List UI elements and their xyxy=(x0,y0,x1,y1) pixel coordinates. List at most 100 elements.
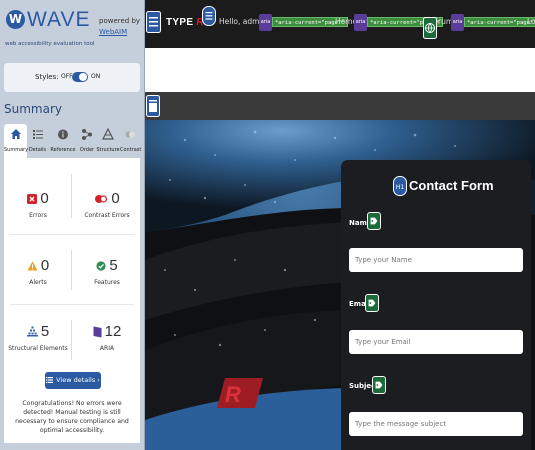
tab-summary[interactable]: Summary xyxy=(4,124,29,158)
summary-panel: 0 Errors 0 Contrast Errors 0 Alerts 5 Fe… xyxy=(4,158,140,443)
styles-label: Styles: xyxy=(35,73,59,81)
features-label: Features xyxy=(94,279,120,286)
svg-text:H1: H1 xyxy=(396,184,405,191)
contact-form: H1 Contact Form Name Email Subject xyxy=(341,160,531,450)
language-icon xyxy=(423,17,437,39)
aria-count: 12 xyxy=(104,323,122,340)
styles-off-label: OFF xyxy=(61,73,73,80)
page-banner xyxy=(145,48,535,92)
view-details-button[interactable]: View details › xyxy=(45,372,101,389)
tab-order-label: Order xyxy=(79,147,95,153)
aria-icon: aria xyxy=(451,14,464,31)
powered-by-label: powered by xyxy=(99,17,141,25)
subject-input[interactable] xyxy=(349,412,523,436)
features-count: 5 xyxy=(109,257,118,274)
aria-current-tag: *aria-current="page"* xyxy=(464,17,535,27)
errors-stat[interactable]: 0 Errors xyxy=(7,188,69,219)
divider xyxy=(71,320,72,360)
features-row: 5 xyxy=(76,255,138,274)
svg-text:R: R xyxy=(225,382,241,407)
wave-tagline: web accessibility evaluation tool xyxy=(5,41,95,47)
label-icon xyxy=(365,294,379,312)
section-bar xyxy=(145,92,535,120)
aria-icon xyxy=(93,326,102,337)
wave-logo-text: WAVE xyxy=(27,8,91,31)
toggle-knob xyxy=(79,73,87,81)
structural-row: 5 xyxy=(7,321,69,340)
contrast-errors-count: 0 xyxy=(111,190,120,207)
alerts-row: 0 xyxy=(7,255,69,274)
site-top-nav: TYPE R Hello, admin aria *aria-current="… xyxy=(145,0,535,48)
errors-label: Errors xyxy=(29,212,47,219)
aria-label: ARIA xyxy=(99,345,115,352)
home-icon xyxy=(10,129,21,139)
tab-contrast[interactable]: Contrast xyxy=(120,124,142,158)
tab-contrast-label: Contrast xyxy=(120,147,142,153)
email-input[interactable] xyxy=(349,330,523,354)
structure-icon xyxy=(26,326,38,337)
structural-count: 5 xyxy=(40,323,50,340)
alert-icon xyxy=(27,261,38,270)
errors-count: 0 xyxy=(40,190,49,207)
alerts-label: Alerts xyxy=(29,279,47,286)
alerts-count: 0 xyxy=(40,257,50,274)
alerts-stat[interactable]: 0 Alerts xyxy=(7,255,69,286)
label-icon xyxy=(367,212,381,230)
header-structure-icon xyxy=(146,11,161,33)
site-brand[interactable]: TYPE R xyxy=(166,17,204,28)
nav-logout-link[interactable]: Lo xyxy=(527,17,535,26)
name-input[interactable] xyxy=(349,248,523,272)
list-structure-icon xyxy=(202,6,216,26)
divider xyxy=(71,174,72,218)
heading-icon: H1 xyxy=(393,176,407,196)
info-icon xyxy=(58,129,68,140)
error-icon xyxy=(27,193,38,204)
form-title: Contact Form xyxy=(409,178,494,193)
divider xyxy=(10,304,134,305)
divider xyxy=(71,250,72,290)
page-root: W WAVE web accessibility evaluation tool… xyxy=(0,0,535,450)
tab-summary-label: Summary xyxy=(4,147,29,153)
styles-toggle[interactable] xyxy=(72,72,88,82)
brand-text: TYPE xyxy=(166,17,194,28)
tab-reference-label: Reference xyxy=(50,147,76,153)
tab-reference[interactable]: Reference xyxy=(48,124,78,158)
errors-row: 0 xyxy=(7,188,69,207)
divider xyxy=(10,234,134,235)
wave-sidebar: W WAVE web accessibility evaluation tool… xyxy=(0,0,145,450)
aria-stat[interactable]: 12 ARIA xyxy=(76,321,138,352)
view-details-label: View details › xyxy=(56,376,100,384)
structural-stat[interactable]: 5 Structural Elements xyxy=(7,321,69,352)
tab-details[interactable]: Details xyxy=(27,124,48,158)
site-viewport: TYPE R Hello, admin aria *aria-current="… xyxy=(145,0,535,450)
structure-icon xyxy=(102,128,114,140)
tab-order[interactable]: Order xyxy=(78,124,96,158)
main-structure-icon xyxy=(146,95,160,117)
wave-logo-icon: W xyxy=(6,10,25,29)
congrats-message: Congratulations! No errors were detected… xyxy=(15,400,129,434)
summary-heading: Summary xyxy=(4,102,62,116)
styles-toggle-box: Styles: OFF ON xyxy=(4,63,140,92)
contrast-errors-stat[interactable]: 0 Contrast Errors xyxy=(76,188,138,219)
list-icon xyxy=(32,130,43,139)
styles-on-label: ON xyxy=(91,73,101,80)
tab-details-label: Details xyxy=(28,147,47,153)
aria-row: 12 xyxy=(76,321,138,340)
tab-structure-label: Structure xyxy=(96,147,120,153)
webaim-link[interactable]: WebAIM xyxy=(99,28,127,36)
order-icon xyxy=(82,129,92,140)
feature-icon xyxy=(96,260,106,271)
contrast-error-icon xyxy=(95,194,108,203)
tab-structure[interactable]: Structure xyxy=(96,124,120,158)
aria-icon: aria xyxy=(259,14,272,31)
structural-label: Structural Elements xyxy=(8,345,68,352)
wave-header: W WAVE web accessibility evaluation tool… xyxy=(0,0,145,52)
aria-icon: aria xyxy=(354,14,367,31)
contrast-icon xyxy=(125,131,135,138)
contrast-errors-row: 0 xyxy=(76,188,138,207)
list-icon xyxy=(46,377,54,383)
wave-tabs: Summary Details Reference Order Structur… xyxy=(4,124,142,158)
features-stat[interactable]: 5 Features xyxy=(76,255,138,286)
contrast-errors-label: Contrast Errors xyxy=(84,212,130,219)
label-icon xyxy=(372,376,386,394)
